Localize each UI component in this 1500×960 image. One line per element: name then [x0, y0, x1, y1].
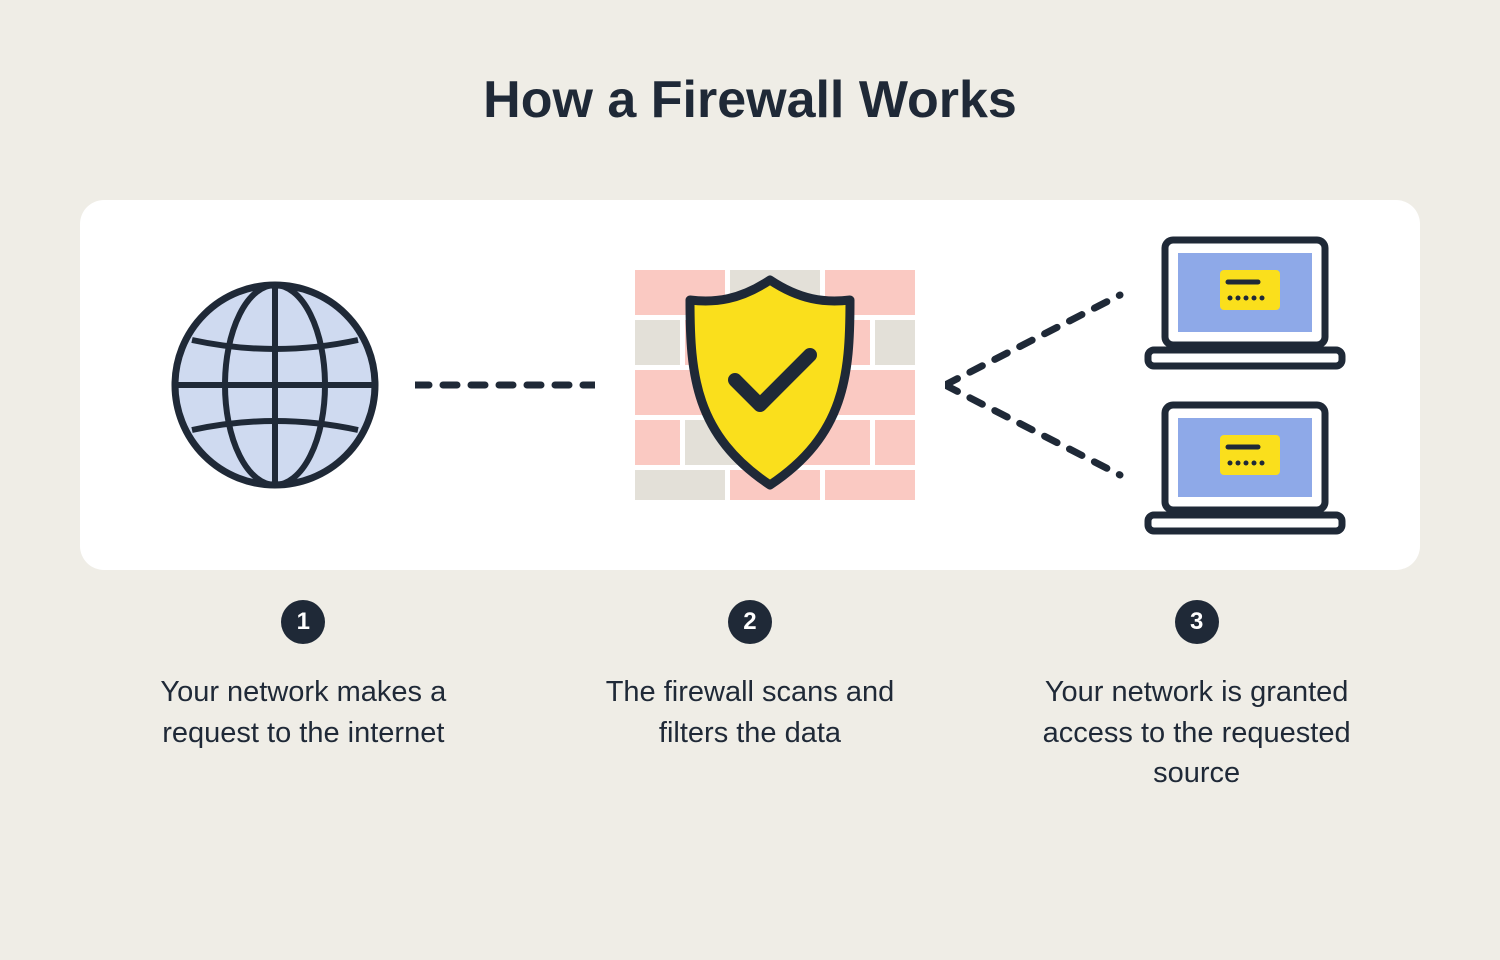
connector-line	[415, 380, 595, 390]
steps-row: 1 Your network makes a request to the in…	[80, 600, 1420, 794]
diagram-card	[80, 200, 1420, 570]
step-3: 3 Your network is granted access to the …	[987, 600, 1407, 794]
step-badge-2: 2	[728, 600, 772, 644]
step-2: 2 The firewall scans and filters the dat…	[540, 600, 960, 794]
step-text-3: Your network is granted access to the re…	[1027, 672, 1367, 794]
page-title: How a Firewall Works	[483, 70, 1017, 130]
step-text-2: The firewall scans and filters the data	[580, 672, 920, 753]
laptops-icon	[1140, 230, 1350, 540]
step-badge-3: 3	[1175, 600, 1219, 644]
globe-icon	[150, 260, 400, 510]
step-text-1: Your network makes a request to the inte…	[133, 672, 473, 753]
connector-split	[945, 255, 1125, 515]
step-badge-1: 1	[281, 600, 325, 644]
step-1: 1 Your network makes a request to the in…	[93, 600, 513, 794]
firewall-shield-icon	[610, 245, 930, 525]
